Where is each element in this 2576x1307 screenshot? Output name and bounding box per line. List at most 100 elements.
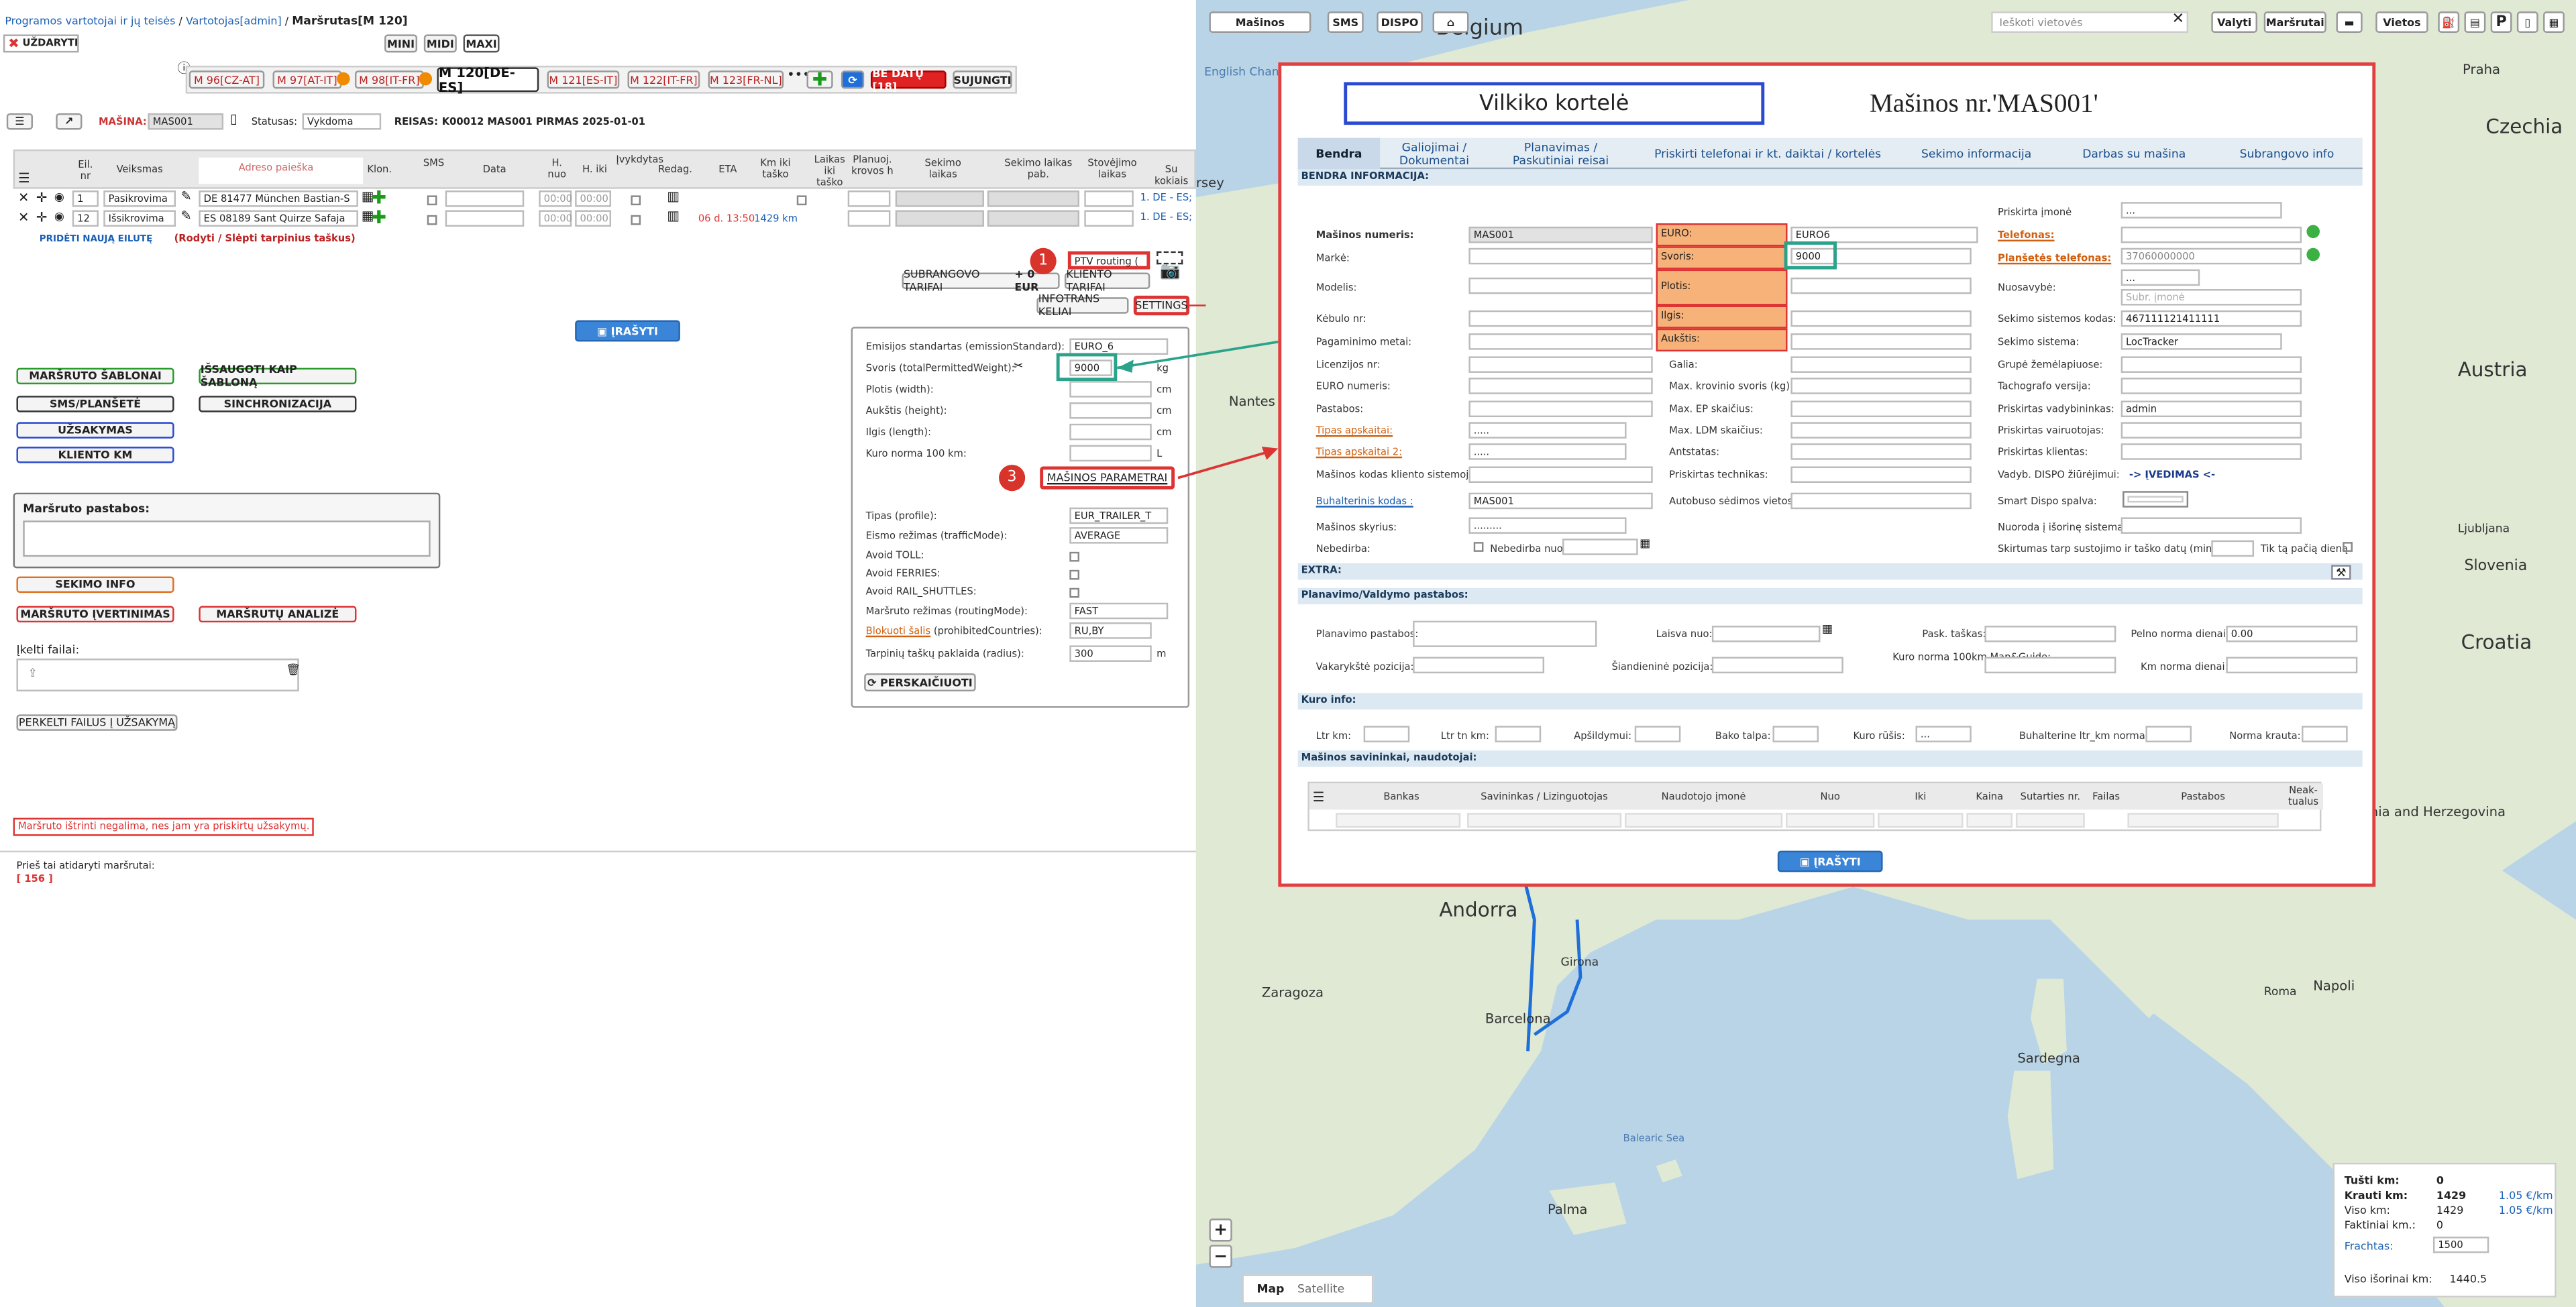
phone-input[interactable]: [2121, 226, 2302, 243]
today-pos-input[interactable]: [1711, 657, 1843, 674]
tablet-status-icon[interactable]: [2306, 247, 2320, 262]
external-link-input[interactable]: [2121, 517, 2302, 534]
free-from-input[interactable]: [1711, 626, 1821, 642]
phone-status-icon[interactable]: [2306, 225, 2320, 239]
tab-phones[interactable]: Priskirti telefonai ir kt. daiktai / kor…: [1643, 138, 1892, 170]
ltr-km-input[interactable]: [1363, 726, 1410, 742]
card-width-input[interactable]: [1790, 277, 1972, 294]
not-working-from-input[interactable]: [1562, 538, 1638, 555]
tank-input[interactable]: [1772, 726, 1819, 742]
client-code-input[interactable]: [1468, 466, 1653, 484]
notes-input[interactable]: [1468, 400, 1653, 418]
label-max-weight: Max. krovinio svoris (kg):: [1669, 381, 1794, 393]
label-tracking-system: Sekimo sistema:: [1997, 337, 2080, 349]
loaded-norm-input[interactable]: [2302, 726, 2348, 742]
tachograph-input[interactable]: [2121, 378, 2302, 394]
type-accounting-select[interactable]: .....: [1468, 422, 1627, 439]
fuel-norm-mg-input[interactable]: [1984, 657, 2116, 674]
tab-tracking[interactable]: Sekimo informacija: [1906, 138, 2047, 170]
tablet-phone-input[interactable]: 37060000000: [2121, 247, 2302, 265]
euro-select[interactable]: EURO6: [1790, 226, 1978, 243]
tab-work[interactable]: Darbas su mašina: [2063, 138, 2205, 170]
max-ldm-input[interactable]: [1790, 422, 1972, 439]
card-height-input[interactable]: [1790, 333, 1972, 350]
last-point-input[interactable]: [1984, 626, 2116, 642]
owners-owner-cell[interactable]: [1466, 813, 1622, 828]
max-ep-input[interactable]: [1790, 400, 1972, 418]
sub-company-input[interactable]: Subr. įmonė: [2121, 289, 2302, 306]
label-tablet-phone[interactable]: Planšetės telefonas:: [1998, 253, 2111, 264]
owners-notes-cell[interactable]: [2127, 813, 2279, 828]
label-phone[interactable]: Telefonas:: [1998, 230, 2055, 241]
diff-minutes-input[interactable]: [2211, 540, 2255, 557]
weight-label-cell: Svoris:: [1656, 246, 1788, 270]
calendar-icon[interactable]: ▦: [1640, 537, 1650, 551]
label-acc-code[interactable]: Buhalterinis kodas :: [1316, 496, 1413, 508]
body-no-input[interactable]: [1468, 310, 1653, 327]
profit-norm-input[interactable]: 0.00: [2226, 626, 2358, 642]
model-input[interactable]: [1468, 277, 1653, 294]
km-norm-input[interactable]: [2226, 657, 2358, 674]
tools-icon[interactable]: ⚒: [2331, 565, 2351, 580]
power-input[interactable]: [1790, 356, 1972, 373]
screen-root: Programos vartotojai ir jų teisės / Vart…: [0, 0, 2576, 1307]
tracking-code-input[interactable]: 467111121411111: [2121, 310, 2302, 327]
heating-input[interactable]: [1634, 726, 1681, 742]
label-type-accounting[interactable]: Tipas apskaitai:: [1316, 425, 1393, 437]
manager-input[interactable]: admin: [2121, 400, 2302, 418]
owners-contract-cell[interactable]: [2015, 813, 2085, 828]
tab-general[interactable]: Bendra: [1297, 137, 1381, 170]
section-planning: Planavimo/Valdymo pastabos:: [1297, 587, 2363, 605]
license-input[interactable]: [1468, 356, 1653, 373]
card-save-button[interactable]: ▣ ĮRAŠYTI: [1777, 850, 1883, 872]
tab-validity[interactable]: Galiojimai / Dokumentai: [1383, 138, 1485, 170]
yesterday-pos-input[interactable]: [1413, 657, 1545, 674]
label-not-working-from: Nebedirba nuo:: [1490, 543, 1566, 555]
map-group-input[interactable]: [2121, 356, 2302, 373]
card-title: Mašinos nr.'MAS001': [1869, 90, 2098, 119]
ltr-tn-km-input[interactable]: [1495, 726, 1542, 742]
superstructure-input[interactable]: [1790, 443, 1972, 460]
euro-number-input[interactable]: [1468, 378, 1653, 394]
tab-subcontractor[interactable]: Subrangovo info: [2211, 138, 2362, 170]
owners-from-cell[interactable]: [1786, 813, 1875, 828]
not-working-checkbox[interactable]: [1473, 542, 1484, 552]
card-length-input[interactable]: [1790, 310, 1972, 327]
tracking-system-select[interactable]: LocTracker: [2121, 333, 2282, 350]
color-picker[interactable]: [2123, 491, 2189, 508]
year-input[interactable]: [1468, 333, 1653, 350]
driver-input[interactable]: [2121, 422, 2302, 439]
label-body-no: Kėbulo nr:: [1316, 313, 1366, 325]
euro-label-cell: EURO:: [1656, 223, 1788, 247]
calendar-icon[interactable]: ▦: [1822, 622, 1833, 636]
owners-price-cell[interactable]: [1966, 813, 2013, 828]
type-accounting-2-select[interactable]: .....: [1468, 443, 1627, 460]
acc-code-input[interactable]: MAS001: [1468, 492, 1653, 510]
max-weight-input[interactable]: [1790, 378, 1972, 394]
card-title-box: Vilkiko kortelė: [1344, 82, 1765, 125]
ownership-select[interactable]: ...: [2121, 269, 2200, 286]
owners-col-contract: Sutarties nr.: [2020, 791, 2081, 803]
label-license: Licenzijos nr:: [1316, 359, 1381, 372]
fuel-type-select[interactable]: ...: [1915, 726, 1972, 742]
label-diff-minutes: Skirtumas tarp sustojimo ir taško datų (…: [1997, 543, 2222, 555]
owners-col-file: Failas: [2092, 791, 2121, 803]
make-input[interactable]: [1468, 247, 1653, 265]
acc-ltr-norm-input[interactable]: [2145, 726, 2192, 742]
owners-menu-icon[interactable]: ☰: [1313, 790, 1325, 805]
tab-planning[interactable]: Planavimas / Paskutiniai reisai: [1495, 138, 1627, 170]
owners-bank-cell[interactable]: [1336, 813, 1461, 828]
section-general: BENDRA INFORMACIJA:: [1297, 169, 2363, 186]
client-input[interactable]: [2121, 443, 2302, 460]
machine-number-input[interactable]: MAS001: [1468, 226, 1653, 243]
same-day-checkbox[interactable]: [2343, 542, 2353, 552]
bus-seats-input[interactable]: [1790, 492, 1972, 510]
technician-input[interactable]: [1790, 466, 1972, 484]
company-select[interactable]: ...: [2121, 202, 2282, 219]
dispo-link[interactable]: -> ĮVEDIMAS <-: [2129, 469, 2215, 481]
owners-to-cell[interactable]: [1878, 813, 1964, 828]
label-type-accounting-2[interactable]: Tipas apskaitai 2:: [1316, 447, 1402, 458]
owners-company-cell[interactable]: [1625, 813, 1783, 828]
department-select[interactable]: .........: [1468, 517, 1627, 534]
planning-notes-textarea[interactable]: [1413, 620, 1597, 647]
